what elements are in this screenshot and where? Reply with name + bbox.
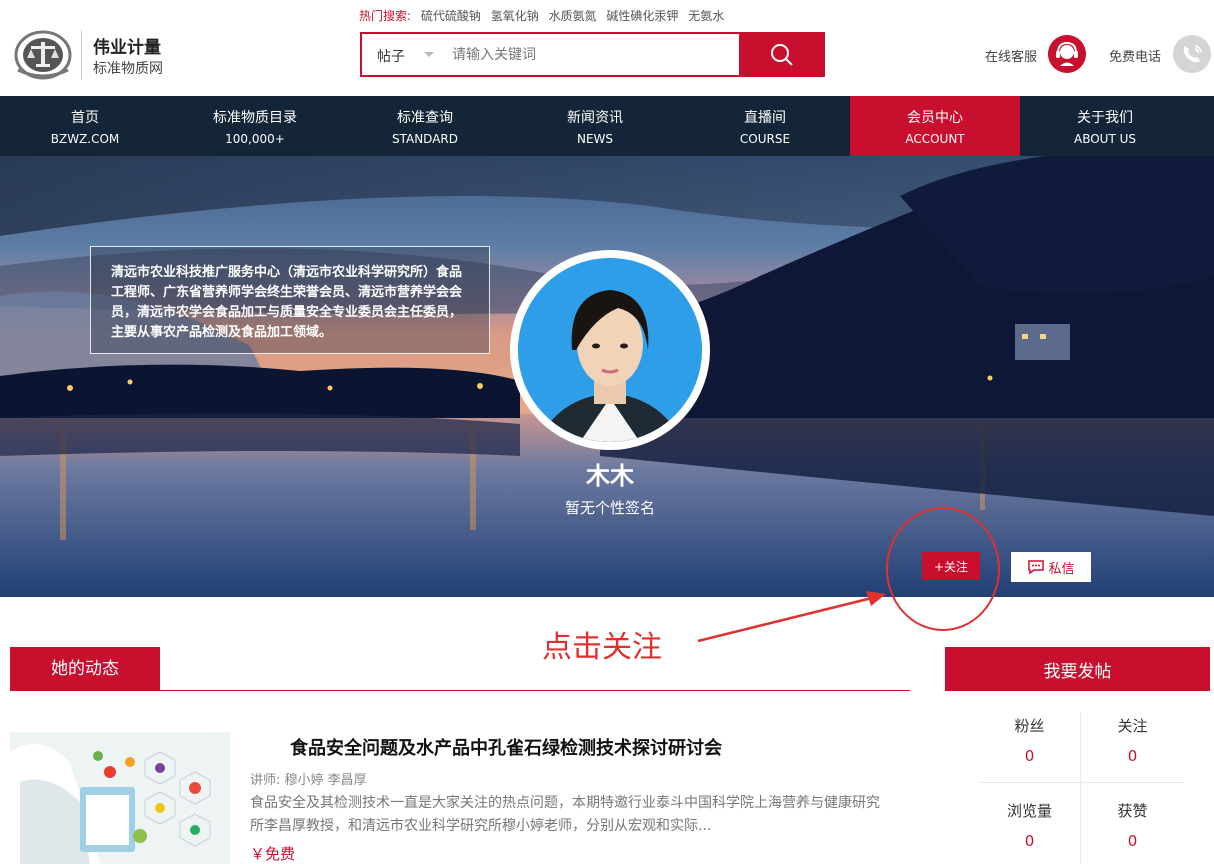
nav-item-course[interactable]: 直播间 COURSE bbox=[680, 96, 850, 156]
portrait-image bbox=[518, 258, 702, 442]
follow-button[interactable]: +关注 bbox=[922, 552, 980, 580]
post-price: ￥免费 bbox=[250, 845, 296, 863]
search-box: 帖子 bbox=[360, 32, 825, 77]
stat-value: 0 bbox=[1024, 832, 1035, 850]
avatar[interactable] bbox=[510, 250, 710, 450]
nav-item-news[interactable]: 新闻资讯 NEWS bbox=[510, 96, 680, 156]
stat-following[interactable]: 关注 0 bbox=[1081, 715, 1184, 765]
profile-bio: 清远市农业科技推广服务中心（清远市农业科学研究所）食品工程师、广东省营养师学会终… bbox=[90, 246, 490, 354]
nav-item-catalog[interactable]: 标准物质目录 100,000+ bbox=[170, 96, 340, 156]
hot-search-bar: 热门搜索: 硫代硫酸钠 氢氧化钠 水质氨氮 碱性碘化汞钾 无氨水 bbox=[359, 7, 730, 24]
avatar-photo bbox=[518, 258, 702, 442]
stat-label: 粉丝 bbox=[1014, 717, 1045, 735]
search-type-select[interactable]: 帖子 bbox=[377, 46, 405, 66]
annotation-arrow bbox=[697, 595, 877, 643]
brand-subtitle: 标准物质网 bbox=[93, 61, 163, 77]
nav-item-label: 关于我们 bbox=[1077, 110, 1133, 126]
stats-divider bbox=[978, 782, 1184, 783]
nav-item-home[interactable]: 首页 BZWZ.COM bbox=[0, 96, 170, 156]
user-name: 木木 bbox=[586, 462, 634, 490]
hot-search-item[interactable]: 碱性碘化汞钾 bbox=[606, 9, 678, 23]
stat-views[interactable]: 浏览量 0 bbox=[978, 800, 1081, 850]
brand-name[interactable]: 伟业计量 bbox=[93, 33, 161, 58]
user-stats: 粉丝 0 关注 0 浏览量 0 获赞 0 bbox=[978, 712, 1184, 864]
post-thumbnail-image bbox=[10, 732, 230, 864]
post-thumbnail[interactable] bbox=[10, 732, 230, 864]
nav-item-sublabel: BZWZ.COM bbox=[50, 132, 120, 146]
main-nav: 首页 BZWZ.COM 标准物质目录 100,000+ 标准查询 STANDARD 新… bbox=[0, 96, 1214, 156]
profile-banner: 清远市农业科技推广服务中心（清远市农业科学研究所）食品工程师、广东省营养师学会终… bbox=[0, 156, 1214, 597]
site-header: 伟业计量 标准物质网 热门搜索: 硫代硫酸钠 氢氧化钠 水质氨氮 碱性碘化汞钾 … bbox=[0, 0, 1214, 96]
hot-search-item[interactable]: 氢氧化钠 bbox=[491, 9, 539, 23]
tab-her-activity[interactable]: 她的动态 bbox=[10, 647, 160, 691]
post-description: 食品安全及其检测技术一直是大家关注的热点问题，本期特邀行业泰斗中国科学院上海营养… bbox=[250, 795, 880, 834]
hot-search-item[interactable]: 硫代硫酸钠 bbox=[421, 9, 481, 23]
post-lecturer: 讲师: 穆小婷 李昌厚 bbox=[250, 773, 367, 788]
annotation-text: 点击关注 bbox=[542, 630, 662, 665]
private-message-label: 私信 bbox=[1048, 561, 1075, 577]
stat-value: 0 bbox=[1024, 747, 1035, 765]
hot-search-item[interactable]: 无氨水 bbox=[688, 9, 724, 23]
nav-item-sublabel: NEWS bbox=[576, 132, 614, 146]
hot-search-label: 热门搜索: bbox=[359, 9, 412, 23]
nav-item-account[interactable]: 会员中心 ACCOUNT bbox=[850, 96, 1020, 156]
stat-value: 0 bbox=[1127, 747, 1138, 765]
list-item[interactable]: 食品安全问题及水产品中孔雀石绿检测技术探讨研讨会 讲师: 穆小婷 李昌厚 食品安… bbox=[10, 732, 910, 864]
logo-divider bbox=[81, 30, 82, 80]
post-title[interactable]: 食品安全问题及水产品中孔雀石绿检测技术探讨研讨会 bbox=[290, 734, 722, 760]
nav-item-sublabel: ABOUT US bbox=[1073, 132, 1136, 146]
search-input[interactable] bbox=[452, 40, 732, 70]
nav-item-sublabel: ACCOUNT bbox=[905, 132, 965, 146]
nav-item-label: 标准物质目录 bbox=[213, 110, 297, 126]
nav-item-label: 会员中心 bbox=[907, 110, 963, 126]
nav-item-standard[interactable]: 标准查询 STANDARD bbox=[340, 96, 510, 156]
nav-item-about[interactable]: 关于我们 ABOUT US bbox=[1020, 96, 1190, 156]
nav-item-sublabel: 100,000+ bbox=[225, 132, 285, 146]
nav-item-label: 新闻资讯 bbox=[567, 110, 623, 126]
hot-search-item[interactable]: 水质氨氮 bbox=[549, 9, 597, 23]
nav-item-label: 首页 bbox=[71, 110, 99, 126]
nav-item-sublabel: STANDARD bbox=[391, 132, 459, 146]
stat-fans[interactable]: 粉丝 0 bbox=[978, 715, 1081, 765]
nav-item-label: 直播间 bbox=[744, 110, 786, 126]
search-icon bbox=[771, 43, 793, 66]
nav-item-sublabel: COURSE bbox=[739, 132, 791, 146]
online-service-label[interactable]: 在线客服 bbox=[985, 46, 1037, 65]
stat-likes[interactable]: 获赞 0 bbox=[1081, 800, 1184, 850]
user-signature: 暂无个性签名 bbox=[564, 499, 655, 517]
section-divider bbox=[160, 690, 910, 691]
stat-value: 0 bbox=[1127, 832, 1138, 850]
stat-label: 关注 bbox=[1117, 717, 1148, 735]
customer-service-icon[interactable] bbox=[1048, 35, 1086, 73]
logo-icon[interactable] bbox=[14, 30, 72, 80]
stat-label: 获赞 bbox=[1117, 802, 1148, 820]
search-button[interactable] bbox=[739, 32, 825, 77]
free-phone-label[interactable]: 免费电话 bbox=[1109, 46, 1161, 65]
stat-label: 浏览量 bbox=[1006, 802, 1052, 820]
chat-icon bbox=[1028, 560, 1045, 575]
chevron-down-icon[interactable] bbox=[424, 52, 434, 57]
nav-item-label: 标准查询 bbox=[397, 110, 453, 126]
private-message-button[interactable]: 私信 bbox=[1011, 552, 1091, 582]
new-post-button[interactable]: 我要发帖 bbox=[945, 647, 1210, 691]
phone-icon[interactable] bbox=[1173, 35, 1211, 73]
